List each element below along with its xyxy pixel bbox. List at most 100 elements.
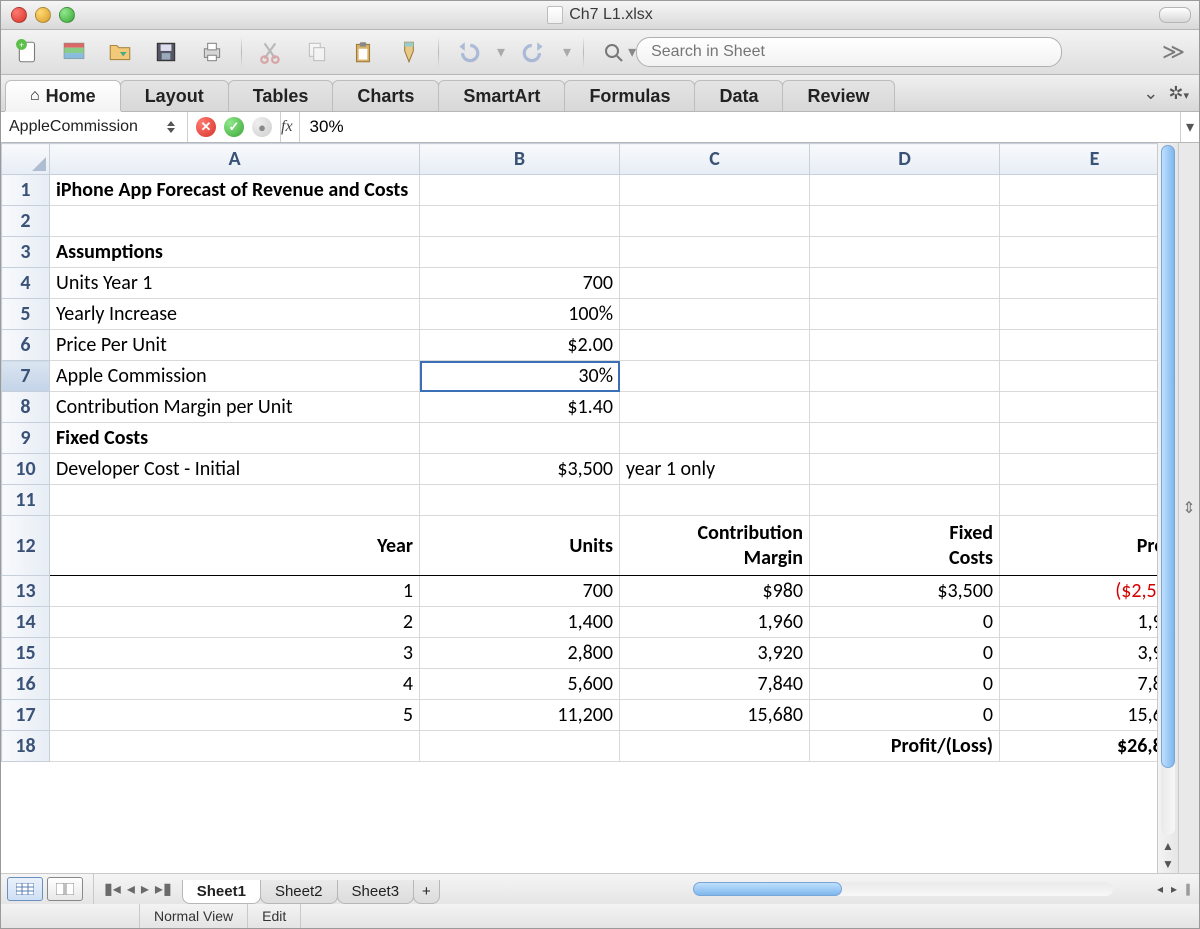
row-header-2[interactable]: 2: [2, 206, 50, 237]
search-input[interactable]: [636, 37, 1062, 67]
cell-C2[interactable]: [620, 206, 810, 237]
cell-E14[interactable]: 1,960: [1000, 607, 1158, 638]
cell-E3[interactable]: [1000, 237, 1158, 268]
cell-C7[interactable]: [620, 361, 810, 392]
cell-E5[interactable]: [1000, 299, 1158, 330]
ribbon-tab-layout[interactable]: Layout: [120, 80, 229, 111]
cell-C10[interactable]: year 1 only: [620, 454, 810, 485]
cell-A5[interactable]: Yearly Increase: [50, 299, 420, 330]
col-header-A[interactable]: A: [50, 144, 420, 175]
cell-E13[interactable]: ($2,520): [1000, 576, 1158, 607]
ribbon-tab-smartart[interactable]: SmartArt: [438, 80, 565, 111]
cell-C3[interactable]: [620, 237, 810, 268]
row-header-4[interactable]: 4: [2, 268, 50, 299]
ribbon-tab-home[interactable]: ⌂Home: [5, 80, 121, 111]
cell-E6[interactable]: [1000, 330, 1158, 361]
cell-E4[interactable]: [1000, 268, 1158, 299]
cell-A17[interactable]: 5: [50, 700, 420, 731]
cell-C4[interactable]: [620, 268, 810, 299]
cell-C6[interactable]: [620, 330, 810, 361]
ribbon-tab-tables[interactable]: Tables: [228, 80, 334, 111]
cell-A6[interactable]: Price Per Unit: [50, 330, 420, 361]
cell-B2[interactable]: [420, 206, 620, 237]
cut-button[interactable]: [254, 35, 288, 69]
ribbon-tab-review[interactable]: Review: [782, 80, 894, 111]
cell-B3[interactable]: [420, 237, 620, 268]
cell-B5[interactable]: 100%: [420, 299, 620, 330]
cell-D12[interactable]: FixedCosts: [810, 516, 1000, 576]
row-header-11[interactable]: 11: [2, 485, 50, 516]
cell-B4[interactable]: 700: [420, 268, 620, 299]
cell-A11[interactable]: [50, 485, 420, 516]
formula-input[interactable]: [300, 112, 1180, 142]
cell-D15[interactable]: 0: [810, 638, 1000, 669]
open-button[interactable]: [103, 35, 137, 69]
cell-B9[interactable]: [420, 423, 620, 454]
cell-D7[interactable]: [810, 361, 1000, 392]
save-button[interactable]: [149, 35, 183, 69]
cell-B8[interactable]: $1.40: [420, 392, 620, 423]
cell-A4[interactable]: Units Year 1: [50, 268, 420, 299]
cell-B13[interactable]: 700: [420, 576, 620, 607]
cell-C15[interactable]: 3,920: [620, 638, 810, 669]
cell-B6[interactable]: $2.00: [420, 330, 620, 361]
select-all-corner[interactable]: [2, 144, 50, 175]
cell-A13[interactable]: 1: [50, 576, 420, 607]
confirm-edit-button[interactable]: ✓: [224, 117, 244, 137]
cell-B7[interactable]: 30%: [420, 361, 620, 392]
cell-C13[interactable]: $980: [620, 576, 810, 607]
cell-A1[interactable]: iPhone App Forecast of Revenue and Costs: [50, 175, 420, 206]
cell-C9[interactable]: [620, 423, 810, 454]
cell-C5[interactable]: [620, 299, 810, 330]
ribbon-collapse-button[interactable]: ⌄: [1143, 83, 1158, 104]
titlebar-pill-icon[interactable]: [1159, 7, 1191, 23]
cell-E17[interactable]: 15,680: [1000, 700, 1158, 731]
cell-A16[interactable]: 4: [50, 669, 420, 700]
cell-C17[interactable]: 15,680: [620, 700, 810, 731]
cell-A8[interactable]: Contribution Margin per Unit: [50, 392, 420, 423]
toolbar-overflow-icon[interactable]: ≫: [1162, 39, 1189, 65]
row-header-15[interactable]: 15: [2, 638, 50, 669]
cell-A7[interactable]: Apple Commission: [50, 361, 420, 392]
cell-A14[interactable]: 2: [50, 607, 420, 638]
row-header-17[interactable]: 17: [2, 700, 50, 731]
cell-A3[interactable]: Assumptions: [50, 237, 420, 268]
cell-B11[interactable]: [420, 485, 620, 516]
cell-E2[interactable]: [1000, 206, 1158, 237]
cell-A15[interactable]: 3: [50, 638, 420, 669]
ribbon-tab-data[interactable]: Data: [694, 80, 783, 111]
cell-D1[interactable]: [810, 175, 1000, 206]
cell-A18[interactable]: [50, 731, 420, 762]
cell-D13[interactable]: $3,500: [810, 576, 1000, 607]
cell-C18[interactable]: [620, 731, 810, 762]
cell-A10[interactable]: Developer Cost - Initial: [50, 454, 420, 485]
row-header-10[interactable]: 10: [2, 454, 50, 485]
col-header-C[interactable]: C: [620, 144, 810, 175]
cell-E7[interactable]: [1000, 361, 1158, 392]
cell-E8[interactable]: [1000, 392, 1158, 423]
sheet-tab-sheet2[interactable]: Sheet2: [260, 880, 338, 904]
row-header-7[interactable]: 7: [2, 361, 50, 392]
settings-gear-icon[interactable]: ✲▾: [1168, 83, 1189, 104]
page-layout-view-button[interactable]: [47, 877, 83, 901]
formula-bar-expand-icon[interactable]: ▾: [1180, 112, 1199, 142]
cell-D14[interactable]: 0: [810, 607, 1000, 638]
normal-view-button[interactable]: [7, 877, 43, 901]
cell-B10[interactable]: $3,500: [420, 454, 620, 485]
cell-D16[interactable]: 0: [810, 669, 1000, 700]
cell-B16[interactable]: 5,600: [420, 669, 620, 700]
cell-D18[interactable]: Profit/(Loss): [810, 731, 1000, 762]
cell-D5[interactable]: [810, 299, 1000, 330]
cell-D2[interactable]: [810, 206, 1000, 237]
vertical-scrollbar[interactable]: ▲▼: [1157, 143, 1178, 873]
cell-E12[interactable]: Profit: [1000, 516, 1158, 576]
row-header-16[interactable]: 16: [2, 669, 50, 700]
cell-E18[interactable]: $26,880: [1000, 731, 1158, 762]
cell-E15[interactable]: 3,920: [1000, 638, 1158, 669]
cell-C12[interactable]: ContributionMargin: [620, 516, 810, 576]
row-header-1[interactable]: 1: [2, 175, 50, 206]
sheet-tab-sheet3[interactable]: Sheet3: [337, 880, 415, 904]
row-header-5[interactable]: 5: [2, 299, 50, 330]
row-header-18[interactable]: 18: [2, 731, 50, 762]
row-header-3[interactable]: 3: [2, 237, 50, 268]
